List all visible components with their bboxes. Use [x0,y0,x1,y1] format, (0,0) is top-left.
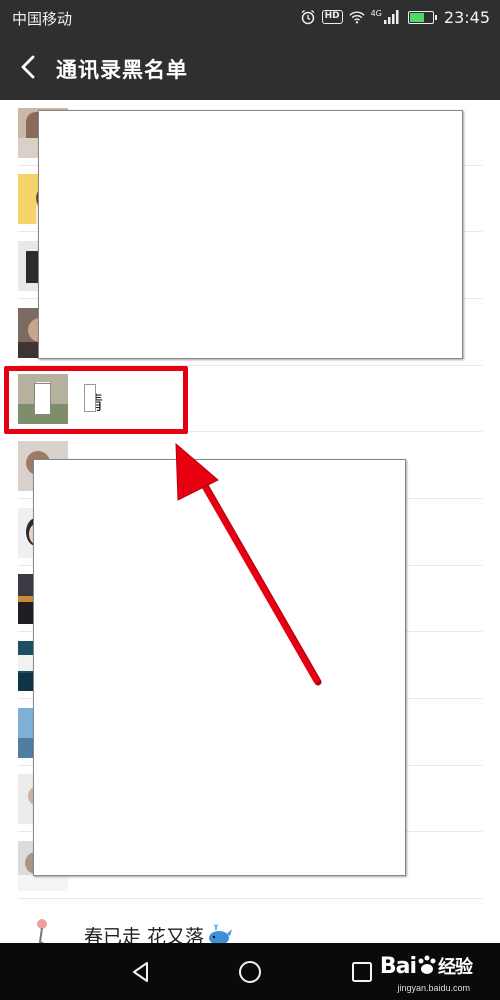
battery-icon [407,10,437,24]
battery-level [409,12,425,22]
list-item[interactable]: 春已走 花又落 [0,900,500,943]
nav-recent-button[interactable] [349,959,375,985]
circle-home-icon [239,961,261,983]
alarm-icon [300,9,316,25]
triangle-back-icon [133,962,148,982]
status-icons: HD 4G 23:45 [300,7,490,27]
baidu-watermark: Bai 经验 [379,954,473,979]
redaction-box [38,110,463,359]
nav-home-button[interactable] [237,959,263,985]
whale-icon [206,924,233,943]
app-header: 通讯录黑名单 [0,34,500,100]
navigation-bar: Bai 经验 jingyan.baidu.com [0,943,500,1000]
nav-back-button[interactable] [128,959,154,985]
square-recent-icon [352,962,372,982]
divider [18,898,482,899]
chevron-left-icon [21,55,35,79]
back-button[interactable] [14,52,44,82]
paw-icon [418,955,436,974]
highlight-box [4,366,188,434]
watermark-url: jingyan.baidu.com [397,983,470,993]
clock: 23:45 [443,7,490,27]
redaction-box [33,459,406,876]
avatar [18,908,68,943]
hd-icon: HD [321,10,343,24]
status-bar: 中国移动 HD 4G 23:45 [0,0,500,34]
contact-name: 春已走 花又落 [84,922,233,943]
page-title: 通讯录黑名单 [56,58,188,82]
network-type: 4G [370,8,382,18]
carrier-name: 中国移动 [12,10,73,28]
signal-icon [383,9,400,25]
wifi-icon [348,9,365,25]
